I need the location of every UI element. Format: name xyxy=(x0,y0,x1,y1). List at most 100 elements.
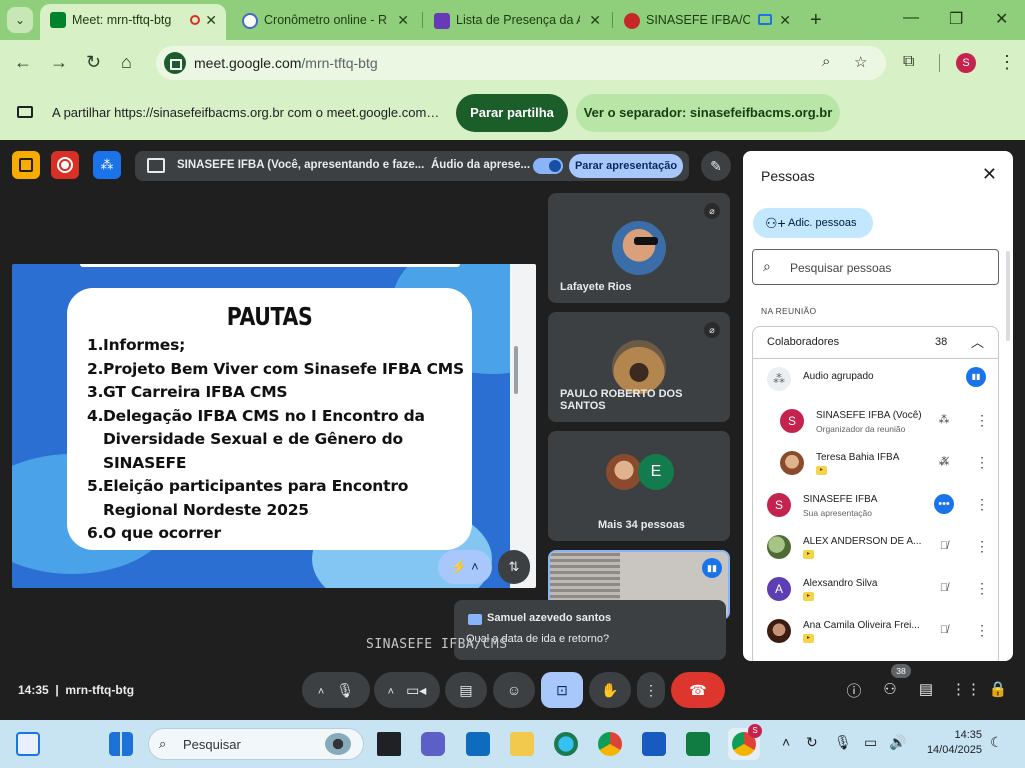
activities-grid-icon[interactable]: ⋮⋮ xyxy=(951,680,981,698)
home-icon[interactable]: ⌂ xyxy=(121,52,132,72)
more-options-icon[interactable]: ⋮ xyxy=(975,494,989,514)
participant-row[interactable]: ALEX ANDERSON DE A... ▸ 🎙̸ ⋮ xyxy=(753,528,998,570)
slide-scrollbar[interactable] xyxy=(510,264,536,588)
auto-zoom-button[interactable]: ⚡ ˄ xyxy=(438,550,492,584)
effects-wand-icon[interactable]: ✎ xyxy=(701,151,731,181)
muted-mic-icon[interactable]: 🎙̸ xyxy=(934,536,954,556)
tray-network-icon[interactable]: ▭ xyxy=(864,734,877,751)
back-arrow-icon[interactable]: ← xyxy=(14,52,32,72)
more-options-button[interactable]: ⋮ xyxy=(637,672,665,708)
participant-tile[interactable]: ⌀ PAULO ROBERTO DOS SANTOS xyxy=(548,312,730,422)
store-icon[interactable] xyxy=(466,732,490,756)
taskbar-clock[interactable]: 14:35 14/04/2025 xyxy=(918,728,982,758)
more-options-icon[interactable]: ⋮ xyxy=(975,452,989,472)
participant-row[interactable]: Teresa Bahia IFBA ▸ ⁂̸ ⋮ xyxy=(753,444,998,486)
tray-chevron-up-icon[interactable]: ˄ xyxy=(782,734,790,750)
muted-mic-icon[interactable]: 🎙̸ xyxy=(934,578,954,598)
forward-arrow-icon[interactable]: → xyxy=(50,52,68,72)
presenting-dots-icon[interactable]: ••• xyxy=(934,494,954,514)
tab-title: Cronômetro online - R xyxy=(264,13,387,27)
collaborators-group: Colaboradores 38 ︿ ⁂ Áudio agrupado ▮▮ S… xyxy=(752,326,999,661)
word-icon[interactable] xyxy=(642,732,666,756)
tab-lista-presenca[interactable]: Lista de Presença da A ✕ xyxy=(424,5,610,35)
zoom-search-icon[interactable]: ⌕ xyxy=(822,53,830,70)
tab-meet[interactable]: Meet: mrn-tftq-btg ✕ xyxy=(40,4,226,40)
meeting-details-icon[interactable]: ⓘ xyxy=(843,680,865,701)
microphone-control[interactable]: ˄ 🎙 xyxy=(302,672,370,708)
teams-icon[interactable] xyxy=(421,732,445,756)
captions-button[interactable]: ▤ xyxy=(445,672,487,708)
people-scrollbar[interactable] xyxy=(1006,251,1010,341)
taskbar-search[interactable]: ⌕ Pesquisar xyxy=(148,728,364,760)
close-icon[interactable]: ✕ xyxy=(982,164,997,185)
close-tab-icon[interactable]: ✕ xyxy=(589,5,601,35)
people-icon[interactable]: ⚇ xyxy=(879,680,901,698)
stop-sharing-button[interactable]: Parar partilha xyxy=(456,94,568,132)
tab-sinasefe[interactable]: SINASEFE IFBA/CM ✕ xyxy=(614,5,800,35)
tray-night-mode-icon[interactable]: ☾ xyxy=(990,734,1003,751)
stop-presenting-button[interactable]: Parar apresentação xyxy=(569,154,683,178)
browser-menu-icon[interactable]: ⋮ xyxy=(998,52,1016,72)
more-options-icon[interactable]: ⋮ xyxy=(975,536,989,556)
task-view-icon[interactable] xyxy=(377,732,401,756)
tray-volume-icon[interactable]: 🔊 xyxy=(889,734,906,751)
participant-row[interactable]: A Alexsandro Silva ▸ 🎙̸ ⋮ xyxy=(753,570,998,612)
maximize-window-icon[interactable]: ❐ xyxy=(949,9,963,29)
chevron-up-icon[interactable]: ︿ xyxy=(971,332,984,351)
more-options-icon[interactable]: ⋮ xyxy=(975,578,989,598)
host-controls-icon[interactable]: ⁂ xyxy=(93,151,121,179)
widgets-icon[interactable] xyxy=(16,732,40,756)
close-window-icon[interactable]: ✕ xyxy=(995,9,1008,29)
new-tab-button[interactable]: + xyxy=(810,8,822,32)
tray-microphone-icon[interactable]: 🎙 xyxy=(834,734,852,751)
muted-mic-icon[interactable]: 🎙̸ xyxy=(934,620,954,640)
chrome-icon[interactable] xyxy=(598,732,622,756)
tab-search-button[interactable]: ⌄ xyxy=(7,7,33,33)
present-screen-icon: ⊡ xyxy=(556,682,568,698)
profile-avatar[interactable]: S xyxy=(956,53,976,73)
cohost-icon[interactable]: ⁂ xyxy=(934,410,954,430)
participant-row[interactable]: S SINASEFE IFBA Sua apresentação ••• ⋮ xyxy=(753,486,998,528)
muted-mic-icon[interactable]: ⁂̸ xyxy=(934,452,954,472)
address-bar[interactable]: meet.google.com/mrn-tftq-btg ⌕ ☆ xyxy=(156,46,886,80)
bookmark-star-icon[interactable]: ☆ xyxy=(854,53,867,71)
grouped-audio-row[interactable]: ⁂ Áudio agrupado ▮▮ xyxy=(753,360,998,402)
site-info-icon[interactable] xyxy=(164,52,186,74)
extensions-puzzle-icon[interactable]: ⧉ xyxy=(903,52,914,72)
leave-call-button[interactable]: ☎ xyxy=(671,672,725,708)
reactions-button[interactable]: ☺ xyxy=(493,672,535,708)
minimize-window-icon[interactable]: — xyxy=(903,9,919,27)
chat-icon[interactable]: ▤ xyxy=(915,680,937,698)
edge-icon[interactable] xyxy=(554,732,578,756)
tab-cronometro[interactable]: Cronômetro online - R ✕ xyxy=(232,5,418,35)
participant-row[interactable]: Ana Camila Oliveira Frei... ▸ 🎙̸ ⋮ xyxy=(753,612,998,654)
participant-tile[interactable]: ⌀ Lafayete Rios xyxy=(548,193,730,303)
swap-layout-icon[interactable]: ⇅ xyxy=(498,550,530,584)
people-panel: Pessoas ✕ ⚇+ Adic. pessoas ⌕ Pesquisar p… xyxy=(743,151,1013,661)
file-explorer-icon[interactable] xyxy=(510,732,534,756)
participant-avatar: S xyxy=(767,493,791,517)
more-options-icon[interactable]: ⋮ xyxy=(975,410,989,430)
recording-menu-icon[interactable] xyxy=(12,151,40,179)
raise-hand-button[interactable]: ✋ xyxy=(589,672,631,708)
search-people-input[interactable]: ⌕ Pesquisar pessoas xyxy=(752,249,999,285)
more-participants-tile[interactable]: E Mais 34 pessoas xyxy=(548,431,730,541)
reload-icon[interactable]: ↻ xyxy=(86,52,101,72)
record-icon[interactable] xyxy=(51,151,79,179)
close-tab-icon[interactable]: ✕ xyxy=(205,4,217,36)
close-tab-icon[interactable]: ✕ xyxy=(397,5,409,35)
windows-start-icon[interactable] xyxy=(109,732,133,756)
more-options-icon[interactable]: ⋮ xyxy=(975,620,989,640)
present-button[interactable]: ⊡ xyxy=(541,672,583,708)
add-people-button[interactable]: ⚇+ Adic. pessoas xyxy=(753,208,873,238)
participant-row[interactable]: S SINASEFE IFBA (Você) Organizador da re… xyxy=(753,402,998,444)
chrome-profile-active-icon[interactable]: S xyxy=(728,724,762,760)
view-shared-tab-button[interactable]: Ver o separador: sinasefeifbacms.org.br xyxy=(576,94,840,132)
camera-control[interactable]: ˄ ▭◂ xyxy=(374,672,440,708)
presentation-audio-toggle[interactable] xyxy=(533,158,563,174)
excel-icon[interactable] xyxy=(686,732,710,756)
host-controls-lock-icon[interactable]: 🔒 xyxy=(987,680,1009,698)
participant-avatar xyxy=(780,451,804,475)
tray-sync-icon[interactable]: ↻ xyxy=(806,734,818,751)
close-tab-icon[interactable]: ✕ xyxy=(779,5,791,35)
